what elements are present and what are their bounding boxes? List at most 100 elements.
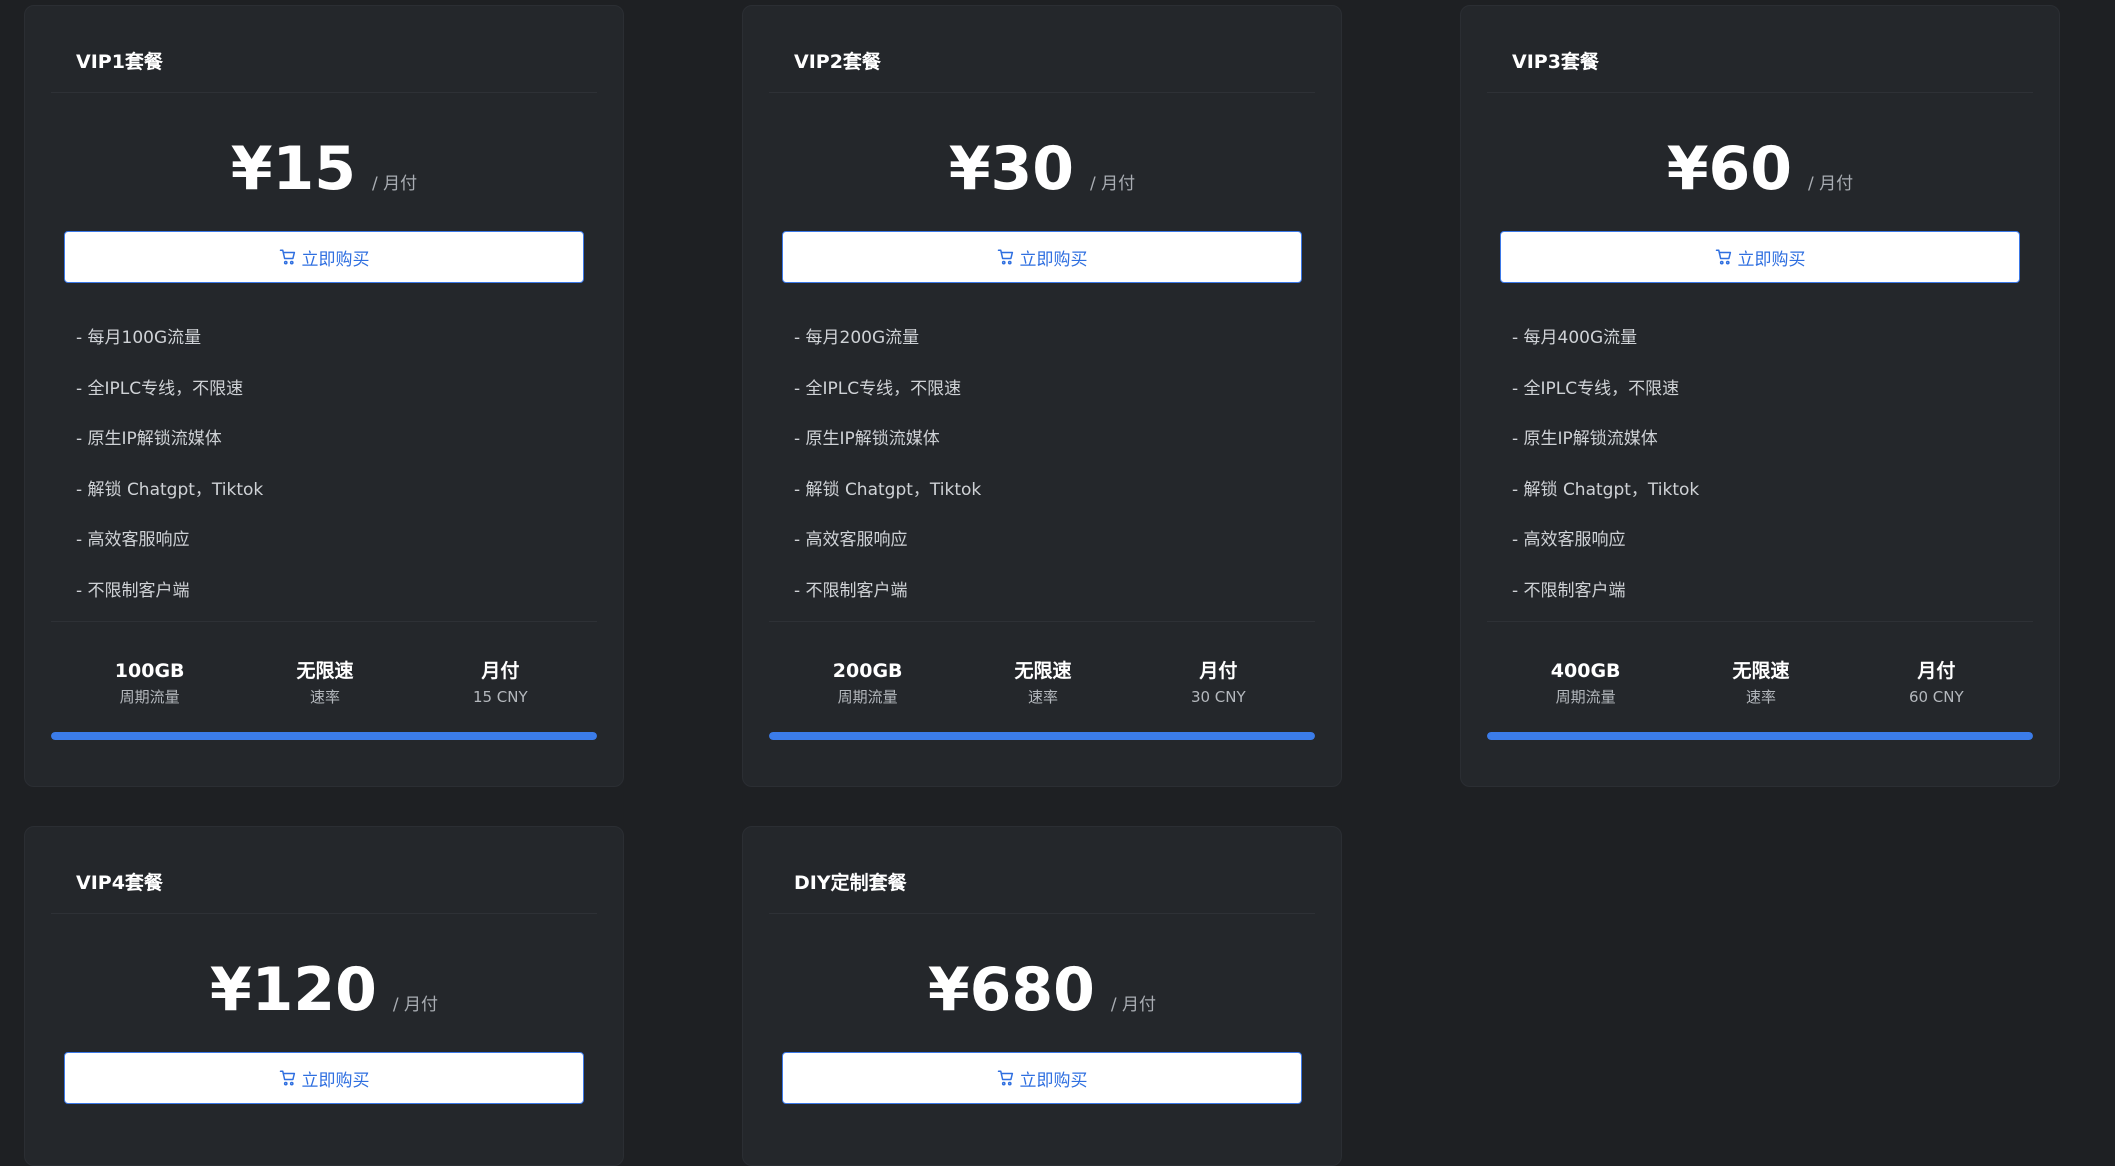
- stat-traffic: 400GB 周期流量: [1498, 658, 1673, 708]
- stat-value: 月付: [1199, 660, 1238, 682]
- divider: [769, 621, 1315, 622]
- price-value: ¥60: [1666, 134, 1793, 204]
- feature-item: - 不限制客户端: [1512, 580, 1626, 601]
- buy-now-button[interactable]: 立即购买: [782, 1052, 1302, 1104]
- buy-now-button[interactable]: 立即购买: [782, 231, 1302, 283]
- stat-value: 月付: [1917, 660, 1956, 682]
- stat-label: 速率: [309, 688, 340, 706]
- feature-item: - 原生IP解锁流媒体: [1512, 429, 1658, 449]
- plan-card-vip1: VIP1套餐 ¥15 / 月付 立即购买 - 每月100G流量 - 全IPLC专…: [24, 5, 624, 787]
- divider: [51, 92, 597, 93]
- card-title: DIY定制套餐: [794, 872, 907, 894]
- buy-now-label: 立即购买: [301, 249, 370, 270]
- stat-value: 无限速: [1732, 660, 1790, 682]
- card-title: VIP2套餐: [794, 51, 881, 73]
- feature-item: - 每月100G流量: [76, 328, 202, 348]
- plan-stats: 200GB 周期流量 无限速 速率 月付 30 CNY: [780, 658, 1306, 708]
- divider: [51, 621, 597, 622]
- feature-item: - 不限制客户端: [794, 580, 908, 601]
- price-row: ¥60 / 月付: [1461, 134, 2059, 204]
- divider: [769, 92, 1315, 93]
- card-header: DIY定制套餐: [743, 827, 1341, 913]
- feature-item: - 每月400G流量: [1512, 328, 1638, 348]
- feature-item: - 解锁 Chatgpt，Tiktok: [76, 479, 264, 500]
- buy-now-button[interactable]: 立即购买: [1500, 231, 2020, 283]
- feature-item: - 不限制客户端: [76, 580, 190, 601]
- stat-speed: 无限速 速率: [955, 658, 1130, 708]
- stat-value: 无限速: [1014, 660, 1072, 682]
- feature-item: - 原生IP解锁流媒体: [794, 429, 940, 449]
- price-period: / 月付: [1090, 174, 1136, 194]
- buy-now-label: 立即购买: [1737, 249, 1806, 270]
- price-period: / 月付: [372, 174, 418, 194]
- shopping-cart-icon: [1715, 249, 1731, 265]
- card-title: VIP4套餐: [76, 872, 163, 894]
- stat-label: 60 CNY: [1908, 688, 1964, 706]
- stat-value: 200GB: [832, 660, 903, 682]
- buy-now-button[interactable]: 立即购买: [64, 1052, 584, 1104]
- price-row: ¥15 / 月付: [25, 134, 623, 204]
- plan-card-vip3: VIP3套餐 ¥60 / 月付 立即购买 - 每月400G流量 - 全IPLC专…: [1460, 5, 2060, 787]
- feature-list: - 每月200G流量 - 全IPLC专线，不限速 - 原生IP解锁流媒体 - 解…: [794, 321, 1294, 624]
- card-header: VIP3套餐: [1461, 6, 2059, 92]
- feature-list: - 每月400G流量 - 全IPLC专线，不限速 - 原生IP解锁流媒体 - 解…: [1512, 321, 2012, 624]
- stat-label: 周期流量: [837, 688, 898, 706]
- price-period: / 月付: [392, 995, 439, 1015]
- divider: [1487, 621, 2033, 622]
- buy-now-button[interactable]: 立即购买: [64, 231, 584, 283]
- price-row: ¥120 / 月付: [25, 955, 623, 1025]
- feature-item: - 高效客服响应: [1512, 530, 1626, 550]
- price-value: ¥680: [927, 955, 1095, 1025]
- progress-bar: [1487, 732, 2033, 740]
- divider: [1487, 92, 2033, 93]
- progress-fill: [769, 732, 1315, 740]
- buy-now-label: 立即购买: [301, 1070, 370, 1091]
- card-title: VIP1套餐: [76, 51, 163, 73]
- shopping-cart-icon: [997, 1070, 1013, 1086]
- feature-item: - 全IPLC专线，不限速: [76, 378, 244, 399]
- stat-billing: 月付 15 CNY: [413, 658, 588, 708]
- feature-item: - 全IPLC专线，不限速: [794, 378, 962, 399]
- feature-item: - 全IPLC专线，不限速: [1512, 378, 1680, 399]
- stat-billing: 月付 30 CNY: [1131, 658, 1306, 708]
- progress-bar: [769, 732, 1315, 740]
- stat-label: 30 CNY: [1190, 688, 1246, 706]
- price-value: ¥15: [230, 134, 357, 204]
- buy-now-label: 立即购买: [1019, 249, 1088, 270]
- plan-card-vip2: VIP2套餐 ¥30 / 月付 立即购买 - 每月200G流量 - 全IPLC专…: [742, 5, 1342, 787]
- feature-item: - 高效客服响应: [794, 530, 908, 550]
- stat-traffic: 100GB 周期流量: [62, 658, 237, 708]
- card-title: VIP3套餐: [1512, 51, 1599, 73]
- stat-speed: 无限速 速率: [237, 658, 412, 708]
- plan-card-diy: DIY定制套餐 ¥680 / 月付 立即购买: [742, 826, 1342, 1166]
- stat-speed: 无限速 速率: [1673, 658, 1848, 708]
- stat-value: 400GB: [1550, 660, 1621, 682]
- shopping-cart-icon: [279, 249, 295, 265]
- price-period: / 月付: [1110, 995, 1157, 1015]
- price-value: ¥30: [948, 134, 1075, 204]
- stat-label: 速率: [1027, 688, 1058, 706]
- price-row: ¥680 / 月付: [743, 955, 1341, 1025]
- feature-item: - 解锁 Chatgpt，Tiktok: [794, 479, 982, 500]
- shopping-cart-icon: [997, 249, 1013, 265]
- stat-traffic: 200GB 周期流量: [780, 658, 955, 708]
- stat-label: 周期流量: [119, 688, 180, 706]
- stat-value: 100GB: [114, 660, 185, 682]
- progress-fill: [1487, 732, 2033, 740]
- plan-card-vip4: VIP4套餐 ¥120 / 月付 立即购买: [24, 826, 624, 1166]
- feature-item: - 原生IP解锁流媒体: [76, 429, 222, 449]
- divider: [51, 913, 597, 914]
- stat-value: 无限速: [296, 660, 354, 682]
- stat-label: 15 CNY: [472, 688, 528, 706]
- card-header: VIP2套餐: [743, 6, 1341, 92]
- card-header: VIP1套餐: [25, 6, 623, 92]
- buy-now-label: 立即购买: [1019, 1070, 1088, 1091]
- plan-stats: 100GB 周期流量 无限速 速率 月付 15 CNY: [62, 658, 588, 708]
- plan-stats: 400GB 周期流量 无限速 速率 月付 60 CNY: [1498, 658, 2024, 708]
- feature-item: - 解锁 Chatgpt，Tiktok: [1512, 479, 1700, 500]
- feature-list: - 每月100G流量 - 全IPLC专线，不限速 - 原生IP解锁流媒体 - 解…: [76, 321, 576, 624]
- price-row: ¥30 / 月付: [743, 134, 1341, 204]
- stat-label: 周期流量: [1555, 688, 1616, 706]
- stat-billing: 月付 60 CNY: [1849, 658, 2024, 708]
- stat-label: 速率: [1745, 688, 1776, 706]
